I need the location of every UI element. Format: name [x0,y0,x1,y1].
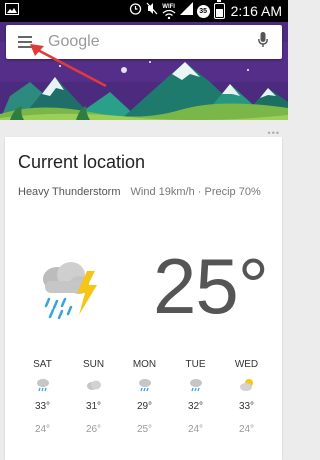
battery-icon [213,0,225,19]
day-name: WED [234,359,259,370]
gallery-icon [5,2,19,20]
battery-percent-badge: 35 [196,4,210,18]
day-high: 33° [34,401,51,412]
weather-details: Heavy Thunderstorm Wind 19km/h · Precip 7… [18,186,261,198]
status-time: 2:16 AM [230,3,282,19]
alarm-icon [129,2,142,20]
forecast-day: SAT 33° 24° [17,359,68,435]
day-high: 33° [238,401,255,412]
forecast-day: SUN 31° 26° [68,359,119,435]
day-name: TUE [185,359,206,370]
wind-speed: Wind 19km/h [130,186,195,198]
day-name: SUN [82,359,105,370]
forecast-day: WED 33° 24° [221,359,272,435]
day-high: 29° [136,401,153,412]
forecast-day: MON 29° 25° [119,359,170,435]
day-name: SAT [33,359,52,370]
signal-icon [179,2,193,20]
status-bar: WIFI 35 2:16 AM [0,0,288,22]
cloud-icon [86,378,102,392]
wifi-icon: WIFI [162,4,176,19]
rain-icon [35,378,51,392]
day-low: 24° [34,424,51,435]
day-high: 32° [187,401,204,412]
day-low: 25° [136,424,153,435]
day-high: 31° [85,401,102,412]
card-title: Current location [18,152,146,172]
precipitation: Precip 70% [204,186,261,198]
moon-icon [121,67,127,73]
forecast-day: TUE 32° 24° [170,359,221,435]
day-low: 24° [238,424,255,435]
rain-icon [188,378,204,392]
weather-card[interactable]: Current location Heavy Thunderstorm Wind … [5,137,282,460]
rain-icon [137,378,153,392]
forecast-row: SAT 33° 24° SUN 31° 26° MON 29° 25° TUE [5,359,282,435]
partly-cloudy-icon [239,378,255,392]
microphone-icon[interactable] [258,31,268,53]
day-low: 24° [187,424,204,435]
day-name: MON [132,359,157,370]
current-temperature: 25° [153,242,269,330]
annotation-arrow-icon [30,44,107,88]
thunderstorm-icon [35,257,105,324]
weather-condition: Heavy Thunderstorm [18,186,121,198]
mute-icon [146,2,158,20]
day-low: 26° [85,424,102,435]
